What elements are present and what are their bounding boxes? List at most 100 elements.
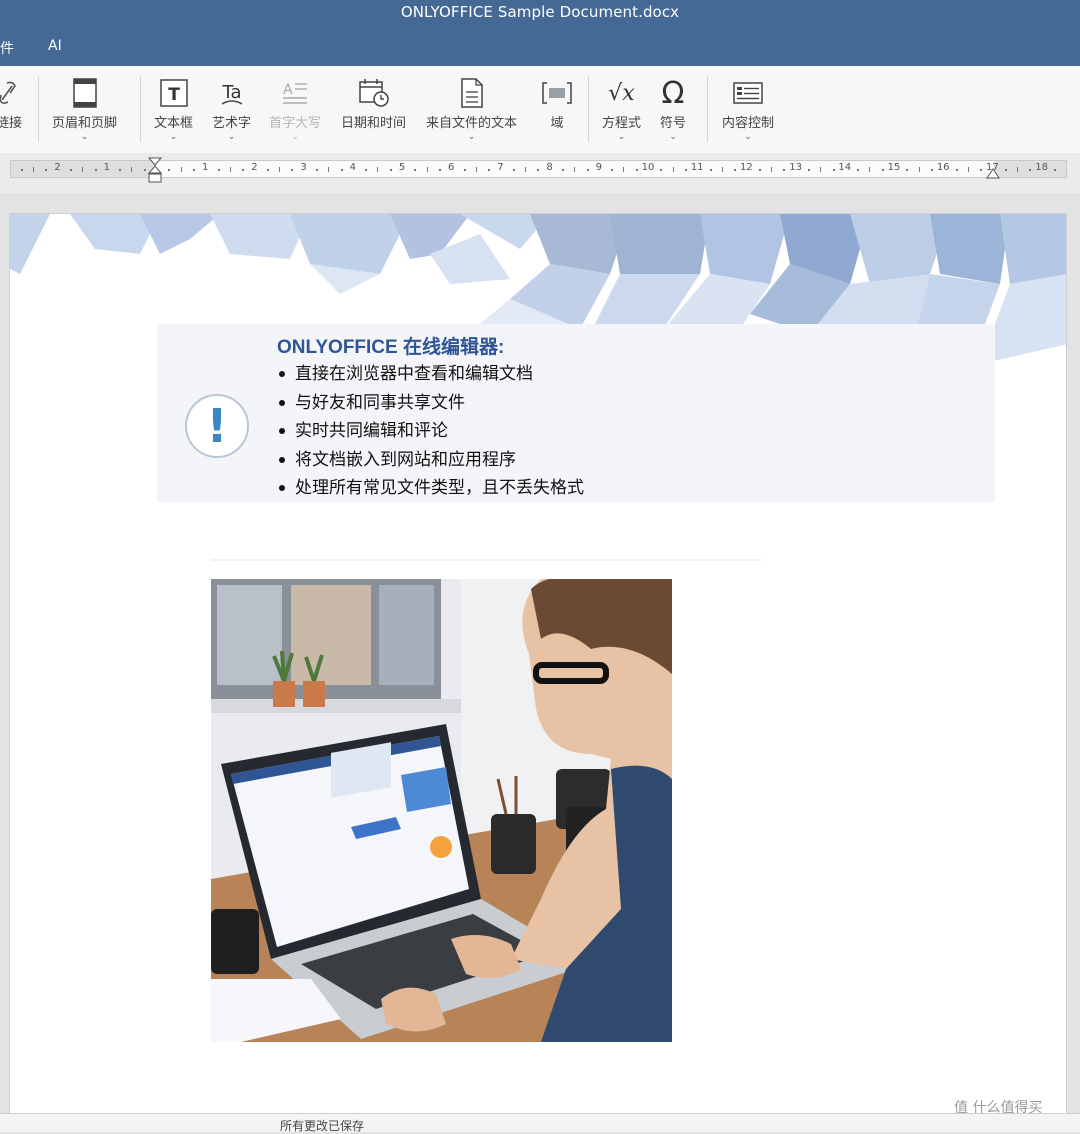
ruler-number: 5 <box>398 162 406 173</box>
status-bar <box>0 1113 1080 1132</box>
ruler-number: 1 <box>103 162 110 173</box>
insert-toolbar: 链接 页眉和页脚 ⌄ T 文本框 ⌄ Ta 艺术字 ⌄ A 首字大写 ⌄ 日期和… <box>0 66 1080 154</box>
ruler-number: 18 <box>1035 162 1048 173</box>
ruler-tick <box>1053 169 1056 171</box>
info-callout: ! ONLYOFFICE 在线编辑器: 直接在浏览器中查看和编辑文档 与好友和同… <box>157 324 995 502</box>
ruler-tick <box>955 169 958 171</box>
ruler-tick <box>930 169 933 171</box>
watermark: 值 什么值得买 <box>954 1100 1043 1116</box>
ruler-number: 2 <box>54 162 61 173</box>
ruler-tick <box>721 167 723 172</box>
ruler-tick <box>1004 169 1007 171</box>
textbox-button[interactable]: T 文本框 ⌄ <box>154 76 193 144</box>
ruler-tick <box>537 169 540 171</box>
dropcap-icon: A <box>281 76 309 110</box>
dropcap-button[interactable]: A 首字大写 ⌄ <box>269 76 321 144</box>
photo-man-with-laptop[interactable] <box>211 579 672 1042</box>
toolbar-separator <box>588 76 589 142</box>
ruler-tick <box>967 167 969 172</box>
ruler-tick <box>807 169 810 171</box>
ruler-tick <box>783 169 786 171</box>
link-button[interactable]: 链接 <box>0 76 22 144</box>
ruler-tick <box>525 167 526 172</box>
datetime-button[interactable]: 日期和时间 <box>341 76 406 144</box>
ruler-number: 9 <box>595 162 602 173</box>
ruler-tick <box>426 167 428 172</box>
chevron-down-icon: ⌄ <box>80 132 89 142</box>
content-control-icon <box>732 76 764 110</box>
ruler-number: 1 <box>202 162 209 173</box>
divider <box>211 559 761 561</box>
chevron-down-icon: ⌄ <box>669 132 677 142</box>
list-item: 直接在浏览器中查看和编辑文档 <box>277 360 584 389</box>
ruler-number: 14 <box>838 162 852 173</box>
ruler-tick <box>832 169 835 171</box>
toolbar-separator <box>140 76 141 142</box>
ruler-tick <box>20 169 23 171</box>
ruler-number: 12 <box>740 162 753 173</box>
ruler-tick <box>168 169 171 171</box>
ruler-tick <box>82 167 84 172</box>
ruler-tick <box>561 169 564 171</box>
ruler-tick <box>291 169 294 171</box>
list-item: 处理所有常见文件类型，且不丢失格式 <box>277 474 584 503</box>
ruler-tick <box>980 169 983 171</box>
ruler-tick <box>623 167 625 172</box>
ruler-tick <box>229 167 231 172</box>
ruler-tick <box>180 167 182 172</box>
ruler-tick <box>45 169 48 171</box>
ruler-tick <box>389 169 392 171</box>
ruler-tick <box>463 169 466 171</box>
ruler-tick <box>438 169 441 171</box>
ruler-tick <box>918 167 920 172</box>
save-status: 所有更改已保存 <box>280 1119 365 1133</box>
right-indent-marker[interactable] <box>986 166 1000 180</box>
wordart-button[interactable]: Ta 艺术字 ⌄ <box>212 76 251 144</box>
ruler-tick <box>684 169 687 171</box>
document-page[interactable]: ! ONLYOFFICE 在线编辑器: 直接在浏览器中查看和编辑文档 与好友和同… <box>9 213 1067 1118</box>
left-indent-marker[interactable] <box>148 157 162 187</box>
ruler-tick <box>475 167 477 172</box>
ruler-tick <box>1029 169 1032 171</box>
list-item: 将文档嵌入到网站和应用程序 <box>277 446 584 475</box>
tab-ai[interactable]: AI <box>48 38 62 54</box>
callout-heading: ONLYOFFICE 在线编辑器: <box>277 337 505 358</box>
document-icon <box>460 76 484 110</box>
ruler-tick <box>512 169 515 171</box>
ruler-tick <box>131 167 133 172</box>
equation-button[interactable]: √x 方程式 ⌄ <box>602 76 641 144</box>
ruler-tick <box>881 169 884 171</box>
ruler-number: 6 <box>448 162 455 173</box>
list-item: 实时共同编辑和评论 <box>277 417 584 446</box>
ruler-tick <box>758 169 761 171</box>
horizontal-ruler[interactable]: 2 1 1 2 3 4 5 6 7 8 9 10 11 12 13 14 15 16 17 18 <box>10 160 1067 178</box>
tab-file[interactable]: 件 <box>0 38 14 58</box>
symbol-button[interactable]: Ω 符号 ⌄ <box>660 76 686 144</box>
field-button[interactable]: 域 <box>541 76 573 144</box>
ruler-number: 2 <box>251 162 258 173</box>
calendar-clock-icon <box>358 76 390 110</box>
equation-icon: √x <box>608 80 635 106</box>
field-icon <box>541 76 573 110</box>
chevron-down-icon: ⌄ <box>617 132 626 142</box>
ruler-number: 11 <box>690 162 704 173</box>
chevron-down-icon: ⌄ <box>169 132 178 142</box>
ruler-number: 7 <box>497 162 504 173</box>
omega-icon: Ω <box>661 75 685 111</box>
title-bar: ONLYOFFICE Sample Document.docx 件 AI <box>0 0 1080 66</box>
ruler-tick <box>266 169 269 171</box>
ruler-tick <box>328 167 330 172</box>
ruler-tick <box>340 169 343 171</box>
vertical-scrollbar[interactable] <box>1069 193 1080 1113</box>
content-control-button[interactable]: 内容控制 ⌄ <box>722 76 774 144</box>
ruler-tick <box>119 169 122 171</box>
ruler-tick <box>488 169 491 171</box>
ruler-tick <box>734 169 737 171</box>
ruler-tick <box>660 169 663 171</box>
exclamation-icon: ! <box>185 394 249 458</box>
text-from-file-button[interactable]: 来自文件的文本 ⌄ <box>426 76 517 144</box>
ruler-tick <box>611 169 614 171</box>
ruler-tick <box>771 167 772 172</box>
toolbar-separator <box>38 76 39 142</box>
header-footer-button[interactable]: 页眉和页脚 ⌄ <box>52 76 117 144</box>
